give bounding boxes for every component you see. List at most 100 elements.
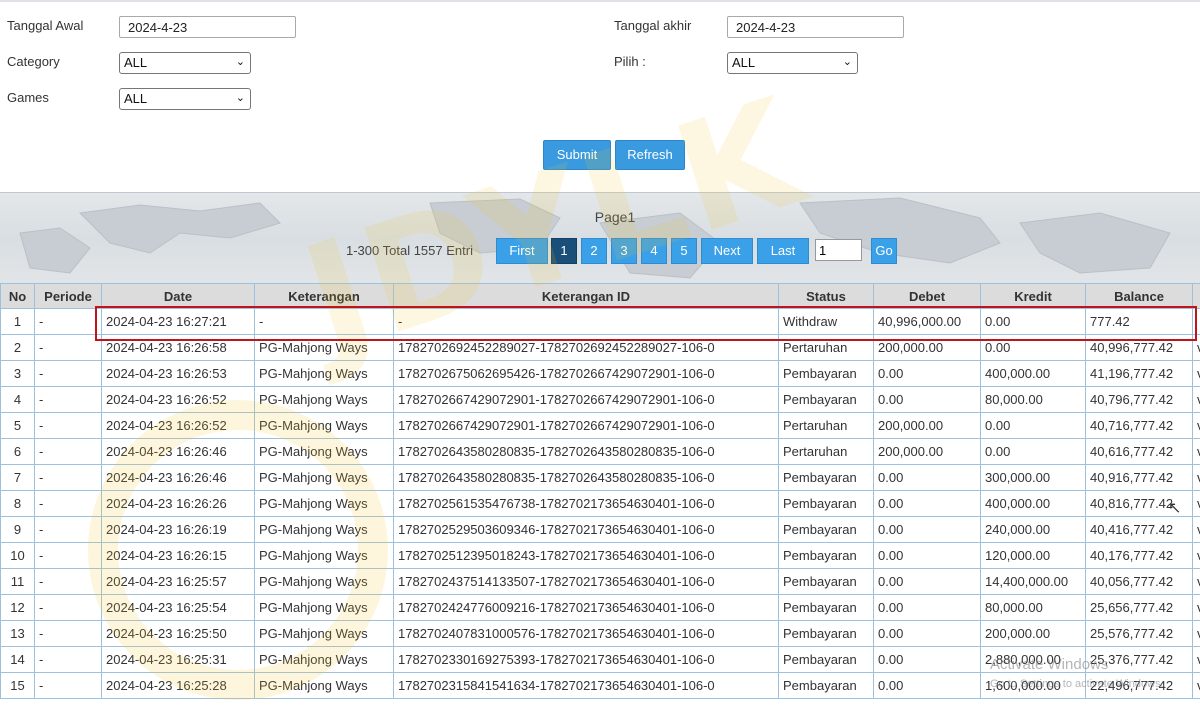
filter-form: Tanggal Awal Tanggal akhir Category ALL … [0,0,1200,192]
next-page-button[interactable]: Next [701,238,753,264]
table-row[interactable]: 2-2024-04-23 16:26:58 PG-Mahjong Ways 1782… [0,334,1200,361]
cell-keterangan-id: 1782702561535476738-1782702173654630401-… [393,490,779,517]
table-row[interactable]: 4-2024-04-23 16:26:52 PG-Mahjong Ways 1782… [0,386,1200,413]
cell-status: Pembayaran [778,568,874,595]
cell-periode: - [34,412,102,439]
submit-button[interactable]: Submit [543,140,611,170]
cell-no: 13 [0,620,35,647]
table-row[interactable]: 6-2024-04-23 16:26:46 PG-Mahjong Ways 1782… [0,438,1200,465]
cell-keterangan-id: 1782702315841541634-1782702173654630401-… [393,672,779,699]
cell-keterangan-id: - [393,308,779,335]
table-header: No Periode Date Keterangan Keterangan ID… [0,283,1200,309]
cell-keterangan: PG-Mahjong Ways [254,620,394,647]
last-page-button[interactable]: Last [757,238,809,264]
cell-keterangan-id: 1782702529503609346-1782702173654630401-… [393,516,779,543]
page-number-input[interactable] [815,239,862,261]
cell-debet: 200,000.00 [873,334,981,361]
cell-keterangan-id: 1782702643580280835-1782702643580280835-… [393,464,779,491]
table-row[interactable]: 12-2024-04-23 16:25:54 PG-Mahjong Ways 178… [0,594,1200,621]
category-label: Category [7,54,60,69]
cell-periode: - [34,516,102,543]
col-header-date[interactable]: Date [101,283,255,309]
cell-no: 12 [0,594,35,621]
table-row[interactable]: 11-2024-04-23 16:25:57 PG-Mahjong Ways 178… [0,568,1200,595]
cell-status: Pembayaran [778,386,874,413]
table-row[interactable]: 3-2024-04-23 16:26:53 PG-Mahjong Ways 1782… [0,360,1200,387]
cell-no: 7 [0,464,35,491]
cell-no: 3 [0,360,35,387]
games-select[interactable]: ALL ⌄ [119,88,251,110]
cell-kredit: 0.00 [980,412,1086,439]
page-button-1[interactable]: 1 [551,238,577,264]
cell-periode: - [34,620,102,647]
page-button-5[interactable]: 5 [671,238,697,264]
cell-debet: 200,000.00 [873,412,981,439]
cell-date: 2024-04-23 16:26:58 [101,334,255,361]
go-button[interactable]: Go [871,238,897,264]
cell-kredit: 400,000.00 [980,360,1086,387]
cell-keterangan-id: 1782702675062695426-1782702667429072901-… [393,360,779,387]
cell-kredit: 240,000.00 [980,516,1086,543]
start-date-input[interactable] [119,16,296,38]
cell-balance: 40,916,777.42 [1085,464,1193,491]
cell-no: 6 [0,438,35,465]
cell-keterangan: PG-Mahjong Ways [254,360,394,387]
pilih-select[interactable]: ALL ⌄ [727,52,858,74]
refresh-button[interactable]: Refresh [615,140,685,170]
cell-balance: 777.42 [1085,308,1193,335]
cell-extra: v [1192,412,1200,439]
cell-date: 2024-04-23 16:26:53 [101,360,255,387]
cell-periode: - [34,646,102,673]
table-row[interactable]: 5-2024-04-23 16:26:52 PG-Mahjong Ways 1782… [0,412,1200,439]
col-header-keterangan-id[interactable]: Keterangan ID [393,283,779,309]
end-date-label: Tanggal akhir [614,18,692,33]
col-header-kredit[interactable]: Kredit [980,283,1086,309]
cell-balance: 40,056,777.42 [1085,568,1193,595]
cell-extra: v [1192,542,1200,569]
page-button-4[interactable]: 4 [641,238,667,264]
cell-date: 2024-04-23 16:25:50 [101,620,255,647]
col-header-keterangan[interactable]: Keterangan [254,283,394,309]
cell-debet: 0.00 [873,516,981,543]
cell-periode: - [34,542,102,569]
col-header-no[interactable]: No [0,283,35,309]
cell-balance: 41,196,777.42 [1085,360,1193,387]
cell-date: 2024-04-23 16:26:46 [101,464,255,491]
category-select[interactable]: ALL ⌄ [119,52,251,74]
cell-periode: - [34,386,102,413]
cell-no: 10 [0,542,35,569]
table-row[interactable]: 9-2024-04-23 16:26:19 PG-Mahjong Ways 1782… [0,516,1200,543]
cell-keterangan-id: 1782702667429072901-1782702667429072901-… [393,412,779,439]
cell-keterangan: PG-Mahjong Ways [254,464,394,491]
cell-status: Pembayaran [778,516,874,543]
table-row[interactable]: 13-2024-04-23 16:25:50 PG-Mahjong Ways 178… [0,620,1200,647]
cell-no: 9 [0,516,35,543]
table-row[interactable]: 10-2024-04-23 16:26:15 PG-Mahjong Ways 178… [0,542,1200,569]
cell-no: 14 [0,646,35,673]
col-header-balance[interactable]: Balance [1085,283,1193,309]
end-date-input[interactable] [727,16,904,38]
cell-status: Withdraw [778,308,874,335]
col-header-status[interactable]: Status [778,283,874,309]
cell-kredit: 300,000.00 [980,464,1086,491]
page-title: Page1 [594,209,636,225]
cell-kredit: 80,000.00 [980,594,1086,621]
table-row[interactable]: 1-2024-04-23 16:27:21- - Withdraw 40,996,00… [0,308,1200,335]
cell-periode: - [34,464,102,491]
col-header-periode[interactable]: Periode [34,283,102,309]
first-page-button[interactable]: First [496,238,548,264]
cell-debet: 40,996,000.00 [873,308,981,335]
table-row[interactable]: 7-2024-04-23 16:26:46 PG-Mahjong Ways 1782… [0,464,1200,491]
cell-keterangan: PG-Mahjong Ways [254,672,394,699]
page-button-2[interactable]: 2 [581,238,607,264]
table-row[interactable]: 8-2024-04-23 16:26:26 PG-Mahjong Ways 1782… [0,490,1200,517]
cell-kredit: 14,400,000.00 [980,568,1086,595]
cell-periode: - [34,594,102,621]
cell-keterangan: PG-Mahjong Ways [254,568,394,595]
page-button-3[interactable]: 3 [611,238,637,264]
cell-status: Pembayaran [778,542,874,569]
cell-periode: - [34,490,102,517]
cell-date: 2024-04-23 16:26:15 [101,542,255,569]
col-header-debet[interactable]: Debet [873,283,981,309]
cell-periode: - [34,438,102,465]
